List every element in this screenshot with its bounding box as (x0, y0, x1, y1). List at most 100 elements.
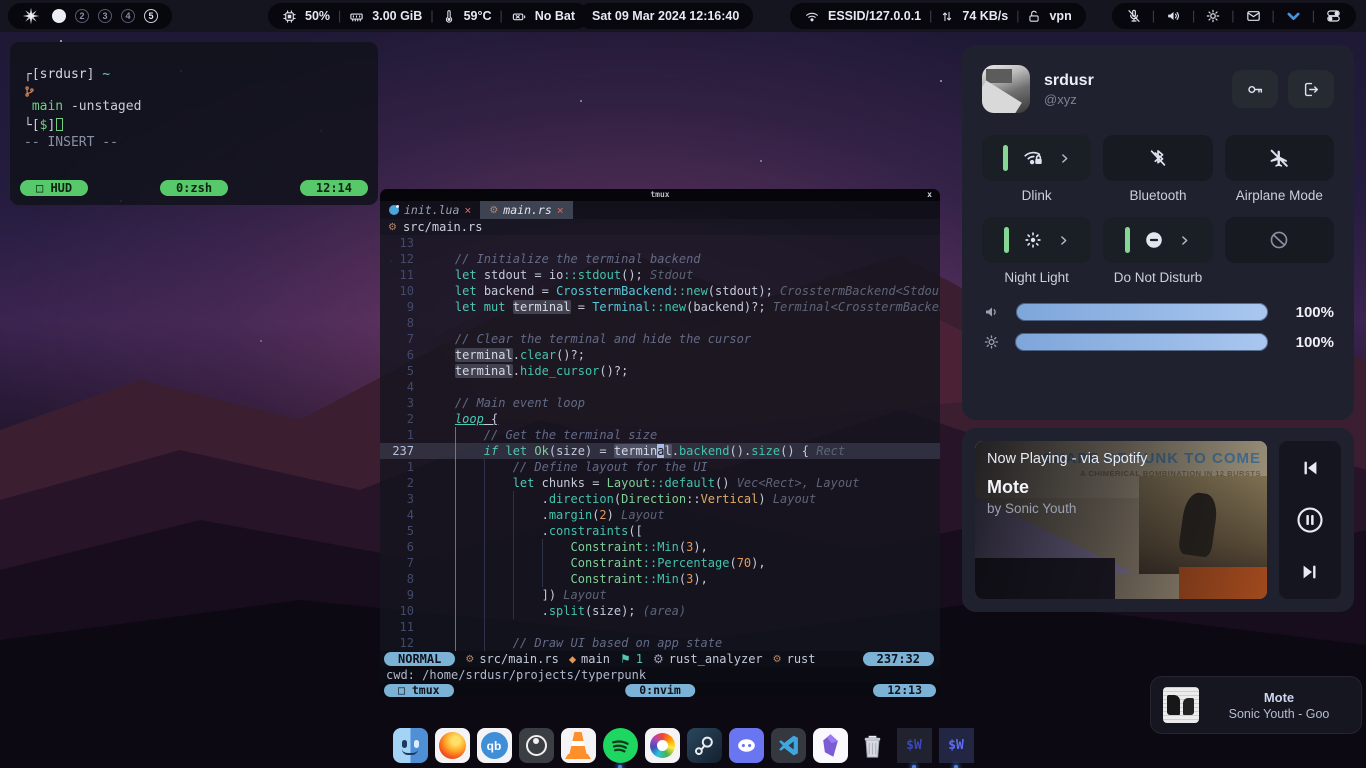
next-button[interactable] (1299, 561, 1321, 583)
line-number: 3 (380, 491, 426, 507)
dock-wezterm-2[interactable]: $W (939, 728, 974, 763)
album-art: SHAPE OF PUNK TO COME A CHIMERICAL BOMBI… (975, 441, 1267, 599)
tab-close-button[interactable]: × (557, 203, 564, 217)
dock-vscode[interactable] (771, 728, 806, 763)
toggle-airplane-mode[interactable] (1225, 135, 1334, 181)
toggle-do-not-disturb[interactable] (1103, 217, 1212, 263)
window-close-button[interactable]: x (927, 190, 932, 199)
chevron-right-icon[interactable] (1178, 234, 1191, 247)
workspace-2[interactable]: 2 (75, 9, 89, 23)
track-title: Mote (987, 477, 1257, 498)
mic-muted-icon[interactable] (1126, 8, 1142, 24)
notification-toast[interactable]: Mote Sonic Youth - Goo (1150, 676, 1362, 734)
line-number: 8 (380, 571, 426, 587)
dock-steam[interactable] (687, 728, 722, 763)
toggle-label: Night Light (982, 270, 1091, 287)
line-number: 1 (380, 427, 426, 443)
mail-icon[interactable] (1245, 8, 1262, 24)
toggle-bluetooth[interactable] (1103, 135, 1212, 181)
toggle-blocked[interactable] (1225, 217, 1334, 263)
workspace-4[interactable]: 4 (121, 9, 135, 23)
separator: | (1016, 9, 1019, 23)
code-line: 3 .direction(Direction::Vertical) Layout (380, 491, 940, 507)
control-center-panel: srdusr @xyz DlinkBluetoothAirplane ModeN… (962, 45, 1354, 420)
tmux-status-bar: □ tmux 0:nvim 12:13 (380, 683, 940, 697)
workspace-5[interactable]: 5 (144, 9, 158, 23)
line-number: 1 (380, 459, 426, 475)
code-line: 4 .margin(2) Layout (380, 507, 940, 523)
workspace-3[interactable]: 3 (98, 9, 112, 23)
dock-firefox[interactable] (435, 728, 470, 763)
hud-time-badge: 12:14 (300, 180, 368, 196)
dock-obs[interactable] (519, 728, 554, 763)
dock-trash[interactable] (855, 728, 890, 763)
user-handle: @xyz (1044, 92, 1094, 107)
tmux-window[interactable]: tmux x init.lua×⚙main.rs× ⚙ src/main.rs … (380, 189, 940, 697)
vim-mode-badge: NORMAL (384, 652, 455, 666)
hud-window-badge[interactable]: 0:zsh (160, 180, 228, 196)
logout-button[interactable] (1288, 70, 1334, 108)
code-line: 11 (380, 619, 940, 635)
airplane-off-icon (1267, 147, 1291, 169)
line-number: 7 (380, 555, 426, 571)
editor-statusline: NORMAL ⚙src/main.rs ◆main ⚑1 ⚙rust_analy… (380, 651, 940, 667)
git-branch-icon (24, 85, 364, 98)
dock-vlc[interactable] (561, 728, 596, 763)
code-line: 9 ]) Layout (380, 587, 940, 603)
separator: | (430, 9, 433, 23)
top-bar: 2345 50%|3.00 GiB|59°C|No Bat Sat 09 Mar… (0, 0, 1366, 32)
hud-prompt-line-1: ┌[srdusr] ~ main -unstaged (24, 66, 364, 117)
tab-close-button[interactable]: × (464, 203, 471, 217)
tmux-time-badge: 12:13 (873, 684, 936, 697)
tab-label: main.rs (503, 203, 551, 217)
indent-guide (455, 427, 456, 651)
line-number: 11 (380, 619, 426, 635)
tray-pill: ||||| (1112, 3, 1356, 29)
previous-button[interactable] (1299, 457, 1321, 479)
tmux-window-badge[interactable]: 0:nvim (625, 684, 695, 697)
clock-pill[interactable]: Sat 09 Mar 2024 12:16:40 (578, 3, 753, 29)
battery-x-value: No Bat (535, 9, 575, 23)
line-number: 3 (380, 395, 426, 411)
network-pill[interactable]: ESSID/127.0.0.1|74 KB/s|vpn (790, 3, 1086, 29)
toggles-icon[interactable] (1325, 8, 1342, 24)
editor-tab-init.lua[interactable]: init.lua× (380, 201, 480, 219)
media-controls (1279, 441, 1341, 599)
dock-spotify[interactable] (603, 728, 638, 763)
dnd-icon (1142, 229, 1166, 251)
code-area[interactable]: 1312 // Initialize the terminal backend1… (380, 235, 940, 651)
dock-obsidian[interactable] (813, 728, 848, 763)
workspace-1[interactable] (52, 9, 66, 23)
notification-body: Sonic Youth - Goo (1209, 707, 1349, 721)
brightness-slider[interactable] (1015, 333, 1268, 351)
gear-icon[interactable] (1205, 8, 1221, 24)
key-icon (1244, 80, 1266, 99)
editor-tab-main.rs[interactable]: ⚙main.rs× (480, 201, 572, 219)
now-playing-label: Now Playing - via Spotify (987, 451, 1257, 467)
tmux-session-badge[interactable]: □ tmux (384, 684, 454, 697)
control-center-header: srdusr @xyz (982, 65, 1334, 113)
volume-slider-icon (982, 303, 1002, 321)
previous-icon (1299, 457, 1321, 479)
hud-session-badge[interactable]: □ HUD (20, 180, 88, 196)
notification-album-thumbnail (1163, 687, 1199, 723)
toggle-dlink[interactable] (982, 135, 1091, 181)
dock-qbittorrent[interactable]: qb (477, 728, 512, 763)
chevron-down-icon[interactable] (1285, 8, 1302, 24)
chevron-right-icon[interactable] (1057, 234, 1070, 247)
dock-discord[interactable] (729, 728, 764, 763)
hud-terminal-window[interactable]: ┌[srdusr] ~ main -unstaged└[$]-- INSERT … (10, 42, 378, 205)
separator: | (500, 9, 503, 23)
statusline-branch: main (581, 652, 610, 666)
line-number: 2 (380, 475, 426, 491)
chevron-right-icon[interactable] (1058, 152, 1071, 165)
line-number: 6 (380, 539, 426, 555)
dock-file-manager[interactable] (393, 728, 428, 763)
key-button[interactable] (1232, 70, 1278, 108)
volume-icon[interactable] (1165, 8, 1182, 24)
pause-button[interactable] (1295, 505, 1325, 535)
dock-wezterm-1[interactable]: $W (897, 728, 932, 763)
toggle-night-light[interactable] (982, 217, 1091, 263)
dock-photos[interactable] (645, 728, 680, 763)
volume-slider[interactable] (1016, 303, 1268, 321)
